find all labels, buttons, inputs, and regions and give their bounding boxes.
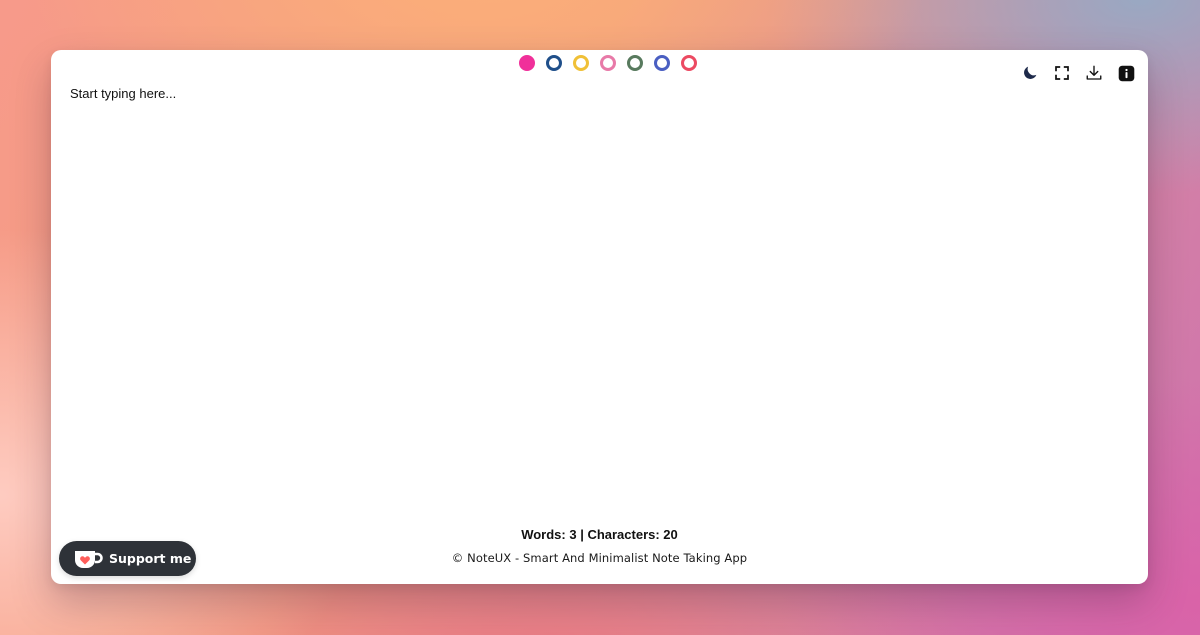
color-dot-pink[interactable] bbox=[519, 55, 535, 71]
color-dot-navy[interactable] bbox=[546, 55, 562, 71]
note-card: Start typing here... Words: 3 | Characte… bbox=[51, 50, 1148, 584]
info-icon bbox=[1118, 65, 1134, 81]
color-dot-rose[interactable] bbox=[600, 55, 616, 71]
moon-icon bbox=[1024, 66, 1037, 79]
info-button[interactable] bbox=[1116, 63, 1136, 83]
download-icon bbox=[1086, 65, 1102, 80]
fullscreen-button[interactable] bbox=[1052, 63, 1072, 83]
color-dot-yellow[interactable] bbox=[573, 55, 589, 71]
coffee-cup-icon bbox=[73, 548, 103, 570]
note-editor[interactable]: Start typing here... bbox=[70, 86, 970, 101]
support-me-label: Support me bbox=[109, 551, 192, 566]
color-dot-green[interactable] bbox=[627, 55, 643, 71]
word-character-count: Words: 3 | Characters: 20 bbox=[521, 527, 678, 542]
footer-text: © NoteUX - Smart And Minimalist Note Tak… bbox=[451, 551, 748, 565]
toolbar bbox=[1020, 63, 1136, 83]
color-picker bbox=[519, 55, 697, 71]
color-dot-blue[interactable] bbox=[654, 55, 670, 71]
color-dot-red[interactable] bbox=[681, 55, 697, 71]
fullscreen-icon bbox=[1055, 66, 1069, 80]
footer-copyright: © NoteUX - Smart And Minimalist Note Tak… bbox=[51, 551, 1148, 565]
support-me-button[interactable]: Support me bbox=[59, 541, 196, 576]
download-button[interactable] bbox=[1084, 63, 1104, 83]
dark-mode-button[interactable] bbox=[1020, 63, 1040, 83]
